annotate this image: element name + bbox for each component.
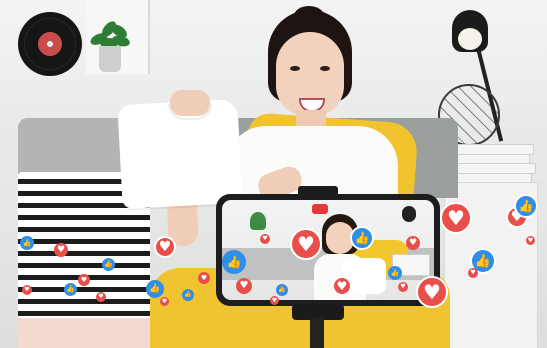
hair-bun (294, 6, 324, 26)
lamp-bulb (458, 28, 482, 50)
heart-icon: ♥ (398, 282, 408, 292)
heart-icon: ♥ (290, 228, 322, 260)
tripod-stem (310, 318, 324, 348)
plant-pot (99, 46, 121, 72)
thumbs-up-icon: 👍 (388, 266, 402, 280)
thumbs-up-icon: 👍 (182, 289, 194, 301)
heart-icon: ♥ (270, 296, 279, 305)
screen-lamp (402, 206, 416, 222)
heart-icon: ♥ (526, 236, 535, 245)
heart-icon: ♥ (332, 276, 352, 296)
hand-holding-shirt (170, 90, 210, 116)
blanket-foot (18, 318, 150, 348)
heart-icon: ♥ (260, 234, 270, 244)
heart-icon: ♥ (54, 243, 68, 257)
heart-icon: ♥ (468, 268, 478, 278)
heart-icon: ♥ (78, 274, 90, 286)
thumbs-up-icon: 👍 (222, 250, 246, 274)
thumbs-up-icon: 👍 (146, 280, 164, 298)
heart-icon: ♥ (236, 278, 252, 294)
vinyl-record (18, 12, 82, 76)
heart-icon: ♥ (154, 236, 176, 258)
screen-plant (250, 212, 266, 230)
heart-icon: ♥ (96, 292, 106, 302)
thumbs-up-icon: 👍 (276, 284, 288, 296)
thumbs-up-icon: 👍 (64, 283, 77, 296)
record-indicator-icon (312, 204, 328, 214)
right-eye (320, 66, 330, 71)
heart-icon: ♥ (198, 272, 210, 284)
heart-icon: ♥ (440, 202, 472, 234)
livestream-scene: 👍 ♥ 👍 ♥ 👍 ♥ ♥ 👍 👍 ♥ ♥ 👍 ♥ 👍 ♥ 👍 ♥ 👍 ♥ ♥ ♥ ♥ ♥ 👍 👍 ♥ ♥ ♥ ♥ ♥ (0, 0, 547, 348)
heart-icon: ♥ (160, 297, 169, 306)
thumbs-up-icon: 👍 (514, 194, 538, 218)
thumbs-up-icon: 👍 (102, 258, 115, 271)
left-eye (290, 66, 300, 71)
heart-icon: ♥ (22, 285, 32, 295)
thumbs-up-icon: 👍 (20, 236, 34, 250)
heart-icon: ♥ (406, 236, 420, 250)
thumbs-up-icon: 👍 (350, 226, 374, 250)
heart-icon: ♥ (416, 276, 448, 308)
